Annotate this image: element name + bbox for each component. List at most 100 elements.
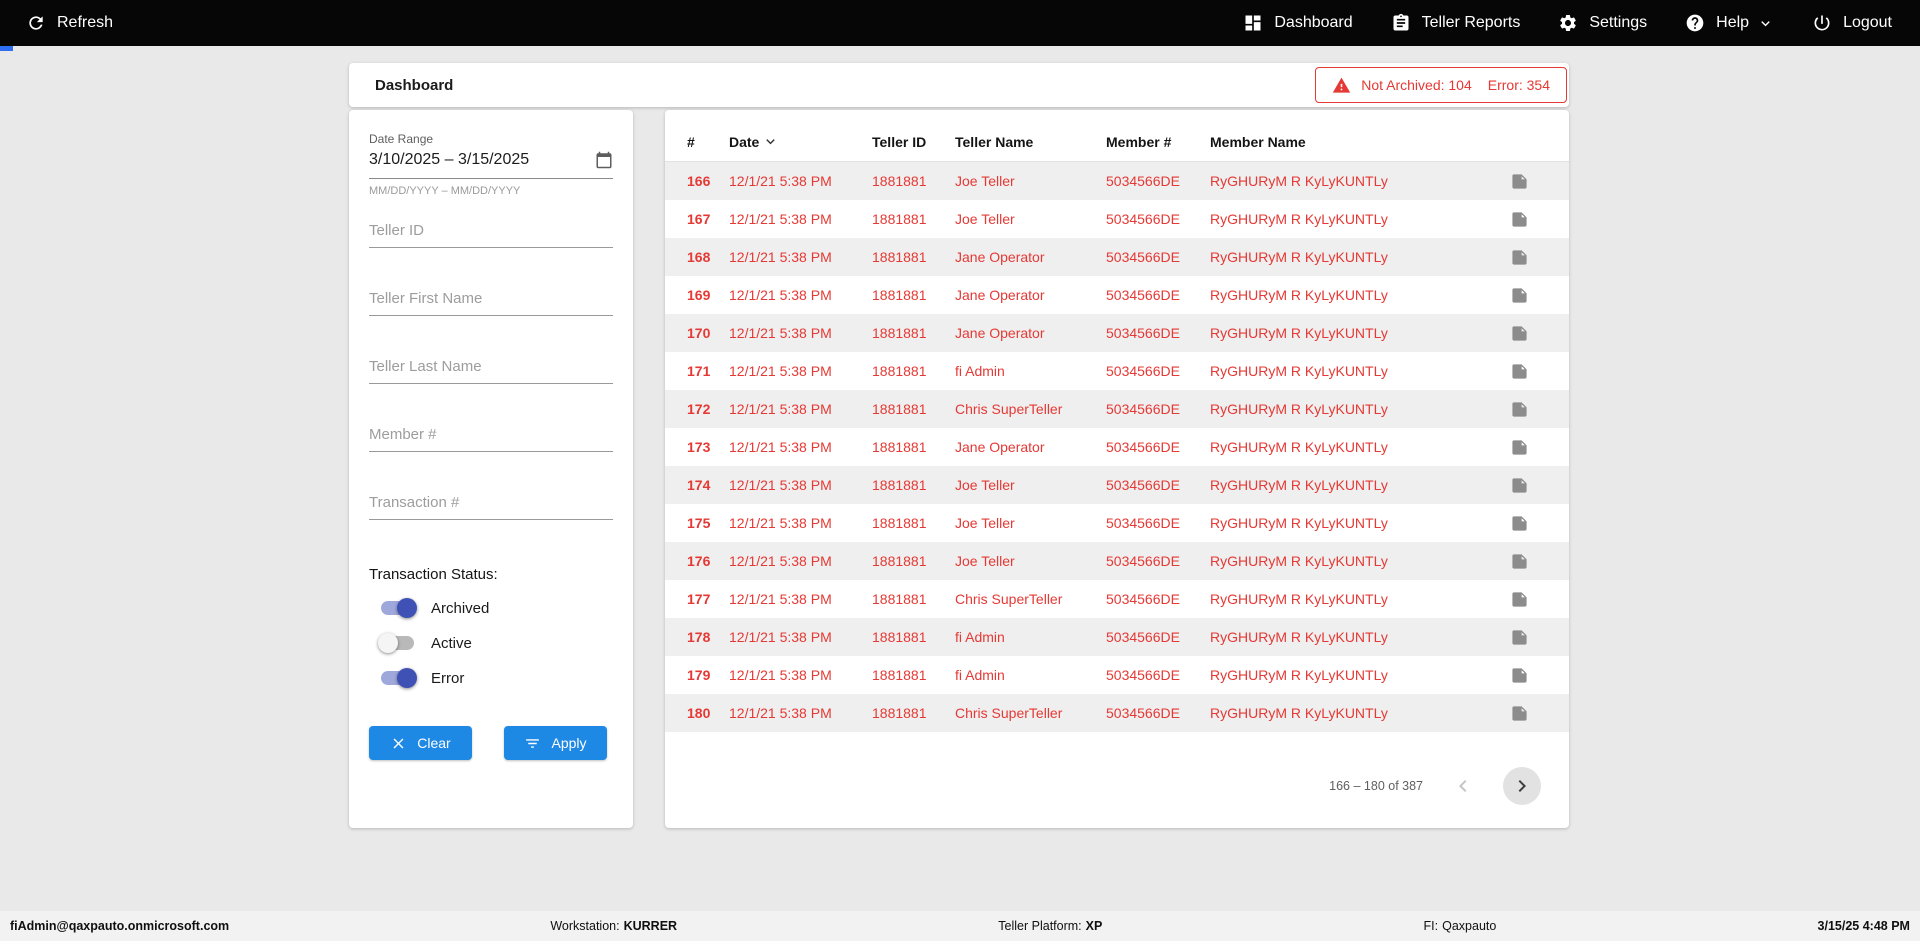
table-row[interactable]: 175 12/1/21 5:38 PM 1881881 Joe Teller 5… [665,504,1569,542]
refresh-label: Refresh [57,14,114,31]
table-row[interactable]: 179 12/1/21 5:38 PM 1881881 fi Admin 503… [665,656,1569,694]
note-icon[interactable] [1511,439,1528,456]
note-icon[interactable] [1511,667,1528,684]
table-row[interactable]: 174 12/1/21 5:38 PM 1881881 Joe Teller 5… [665,466,1569,504]
row-number: 176 [687,553,711,569]
row-member-name: RyGHURyM R KyLyKUNTLy [1210,211,1388,227]
row-member-number: 5034566DE [1106,363,1180,379]
table-header: # Date Teller ID Teller Name Member # Me… [665,122,1569,162]
table-row[interactable]: 166 12/1/21 5:38 PM 1881881 Joe Teller 5… [665,162,1569,200]
calendar-icon[interactable] [595,151,613,169]
note-icon[interactable] [1511,287,1528,304]
transaction-number-input[interactable] [369,486,613,520]
note-icon[interactable] [1511,211,1528,228]
note-icon[interactable] [1511,401,1528,418]
col-date-sort[interactable]: Date [729,133,872,150]
dashboard-icon [1245,15,1261,31]
footer-workstation-value: KURRER [623,919,678,933]
table-row[interactable]: 173 12/1/21 5:38 PM 1881881 Jane Operato… [665,428,1569,466]
settings-icon [1560,15,1577,31]
status-bar: fiAdmin@qaxpauto.onmicrosoft.com Worksta… [0,911,1920,941]
row-teller-id: 1881881 [872,553,927,569]
row-number: 178 [687,629,711,645]
pagination-prev-button[interactable] [1451,774,1475,798]
pagination-next-button[interactable] [1503,767,1541,805]
body-row: Date Range 3/10/2025 – 3/15/2025 MM/DD/Y… [349,110,1920,828]
table-row[interactable]: 168 12/1/21 5:38 PM 1881881 Jane Operato… [665,238,1569,276]
table-row[interactable]: 170 12/1/21 5:38 PM 1881881 Jane Operato… [665,314,1569,352]
teller-id-input[interactable] [369,214,613,248]
table-row[interactable]: 176 12/1/21 5:38 PM 1881881 Joe Teller 5… [665,542,1569,580]
row-teller-name: Joe Teller [955,173,1015,189]
row-teller-id: 1881881 [872,705,927,721]
note-icon[interactable] [1511,249,1528,266]
row-date: 12/1/21 5:38 PM [729,439,832,455]
table-row[interactable]: 169 12/1/21 5:38 PM 1881881 Jane Operato… [665,276,1569,314]
table-row[interactable]: 178 12/1/21 5:38 PM 1881881 fi Admin 503… [665,618,1569,656]
row-teller-id: 1881881 [872,287,927,303]
filter-panel: Date Range 3/10/2025 – 3/15/2025 MM/DD/Y… [349,110,633,828]
nav-help[interactable]: Help [1685,13,1774,33]
table-row[interactable]: 171 12/1/21 5:38 PM 1881881 fi Admin 503… [665,352,1569,390]
nav-settings[interactable]: Settings [1558,13,1647,33]
teller-last-name-input[interactable] [369,350,613,384]
dashboard-header-card: Dashboard Not Archived: 104 Error: 354 [349,63,1569,107]
member-number-input[interactable] [369,418,613,452]
row-member-name: RyGHURyM R KyLyKUNTLy [1210,629,1388,645]
apply-button[interactable]: Apply [504,726,607,760]
row-teller-name: Joe Teller [955,211,1015,227]
row-date: 12/1/21 5:38 PM [729,249,832,265]
row-teller-id: 1881881 [872,173,927,189]
row-member-number: 5034566DE [1106,629,1180,645]
page-title: Dashboard [375,76,454,94]
date-range-field[interactable]: 3/10/2025 – 3/15/2025 [369,146,613,179]
row-teller-id: 1881881 [872,439,927,455]
note-icon[interactable] [1511,591,1528,608]
toggle-error[interactable]: Error [381,668,613,688]
toggle-active[interactable]: Active [378,633,613,653]
nav-dashboard[interactable]: Dashboard [1243,13,1353,33]
note-icon[interactable] [1511,325,1528,342]
row-teller-id: 1881881 [872,363,927,379]
row-member-name: RyGHURyM R KyLyKUNTLy [1210,173,1388,189]
nav-dashboard-label: Dashboard [1274,14,1353,31]
row-date: 12/1/21 5:38 PM [729,515,832,531]
nav-teller-reports[interactable]: Teller Reports [1391,13,1520,33]
table-row[interactable]: 177 12/1/21 5:38 PM 1881881 Chris SuperT… [665,580,1569,618]
note-icon[interactable] [1511,477,1528,494]
table-row[interactable]: 167 12/1/21 5:38 PM 1881881 Joe Teller 5… [665,200,1569,238]
row-number: 172 [687,401,711,417]
note-icon[interactable] [1511,173,1528,190]
row-teller-name: Joe Teller [955,553,1015,569]
teller-first-name-input[interactable] [369,282,613,316]
row-teller-name: Chris SuperTeller [955,401,1063,417]
row-number: 167 [687,211,711,227]
row-member-number: 5034566DE [1106,173,1180,189]
pagination: 166 – 180 of 387 [665,744,1569,828]
row-member-name: RyGHURyM R KyLyKUNTLy [1210,287,1388,303]
transaction-status-label: Transaction Status: [369,566,498,583]
refresh-button[interactable]: Refresh [26,13,113,33]
col-number: # [687,133,695,150]
note-icon[interactable] [1511,705,1528,722]
row-date: 12/1/21 5:38 PM [729,401,832,417]
row-member-number: 5034566DE [1106,705,1180,721]
note-icon[interactable] [1511,629,1528,646]
row-teller-name: Jane Operator [955,249,1045,265]
row-teller-name: fi Admin [955,629,1005,645]
note-icon[interactable] [1511,515,1528,532]
alert-error: Error: 354 [1487,77,1550,93]
table-row[interactable]: 180 12/1/21 5:38 PM 1881881 Chris SuperT… [665,694,1569,732]
date-range-value: 3/10/2025 – 3/15/2025 [369,151,530,168]
row-number: 171 [687,363,711,379]
note-icon[interactable] [1511,553,1528,570]
table-row[interactable]: 172 12/1/21 5:38 PM 1881881 Chris SuperT… [665,390,1569,428]
row-member-name: RyGHURyM R KyLyKUNTLy [1210,667,1388,683]
note-icon[interactable] [1511,363,1528,380]
toggle-archived[interactable]: Archived [381,598,613,618]
nav-logout[interactable]: Logout [1812,13,1892,33]
clear-button-label: Clear [417,735,451,751]
clear-button[interactable]: Clear [369,726,472,760]
row-member-number: 5034566DE [1106,667,1180,683]
chevron-right-icon [1518,780,1526,792]
